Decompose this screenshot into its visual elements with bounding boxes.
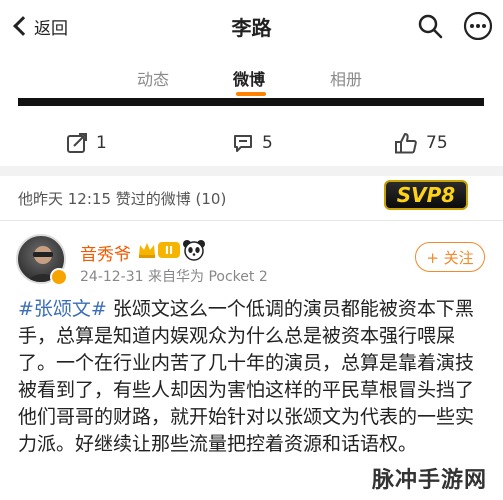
follow-button[interactable]: + 关注: [415, 242, 485, 272]
crown-icon: [137, 240, 157, 260]
share-count: 1: [96, 133, 107, 153]
profile-tabs: 动态 微博 相册: [0, 52, 503, 98]
more-icon[interactable]: [462, 11, 494, 41]
share-button[interactable]: 1: [66, 132, 107, 154]
post-meta: 24-12-31 来自华为 Pocket 2: [80, 269, 268, 285]
liked-section-header: 他昨天 12:15 赞过的微博 (10): [18, 190, 227, 208]
tab-dynamic[interactable]: 动态: [137, 66, 169, 90]
tab-album[interactable]: 相册: [330, 66, 362, 90]
active-tab-indicator: [236, 92, 266, 96]
post-actions: 1 5 75: [0, 120, 503, 166]
post-body: #张颂文# 张颂文这么一个低调的演员都能被资本下黑手，总算是知道内娱观众为什么总…: [18, 296, 488, 458]
watermark: 脉冲手游网: [372, 468, 488, 493]
panda-icon: [182, 239, 206, 261]
search-icon[interactable]: [416, 12, 444, 40]
media-preview-strip: [18, 98, 484, 106]
level-badge: II: [158, 242, 180, 258]
comment-button[interactable]: 5: [232, 132, 273, 154]
section-divider: [0, 166, 503, 176]
post-text: 张颂文这么一个低调的演员都能被资本下黑手，总算是知道内娱观众为什么总是被资本强行…: [18, 298, 475, 455]
top-bar: 返回 李路: [0, 0, 503, 52]
hashtag-link[interactable]: #张颂文#: [18, 298, 107, 320]
comment-icon: [234, 135, 252, 152]
username[interactable]: 音秀爷: [80, 240, 131, 265]
verified-badge-icon: [50, 268, 68, 286]
comment-count: 5: [262, 133, 273, 153]
thumbs-up-icon: [395, 133, 417, 154]
svp8-logo: SVP8: [384, 180, 468, 210]
like-button[interactable]: 75: [394, 132, 448, 154]
share-icon: [67, 133, 87, 153]
like-count: 75: [426, 133, 448, 153]
header-divider: [0, 220, 503, 221]
tab-weibo[interactable]: 微博: [233, 66, 265, 90]
